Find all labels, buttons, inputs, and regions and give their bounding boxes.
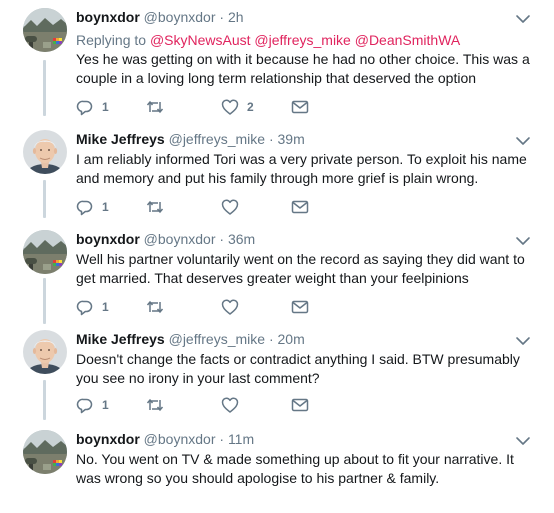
avatar[interactable] (23, 330, 67, 374)
tweet-text: Yes he was getting on with it because he… (76, 51, 530, 86)
retweet-icon (146, 198, 164, 216)
chevron-down-icon[interactable] (514, 334, 532, 348)
avatar[interactable] (23, 130, 67, 174)
replying-to-label: Replying to (76, 32, 147, 48)
envelope-icon (291, 396, 309, 414)
timestamp[interactable]: 36m (228, 231, 255, 247)
reply-icon (76, 198, 94, 216)
reply-button[interactable]: 1 (76, 298, 109, 316)
avatar[interactable] (23, 230, 67, 274)
tweet-text: I am reliably informed Tori was a very p… (76, 151, 527, 186)
avatar[interactable] (23, 430, 67, 474)
like-button[interactable] (221, 396, 247, 414)
like-button[interactable] (221, 198, 247, 216)
direct-message-button[interactable] (291, 98, 309, 116)
tweet-actions: 1 2 (76, 98, 326, 116)
timestamp[interactable]: 39m (278, 131, 305, 147)
reply-count: 1 (102, 398, 109, 412)
avatar[interactable] (23, 8, 67, 52)
direct-message-button[interactable] (291, 298, 309, 316)
direct-message-button[interactable] (291, 198, 309, 216)
author-handle[interactable]: @boynxdor (144, 431, 216, 447)
tweet-text: No. You went on TV & made something up a… (76, 451, 514, 486)
heart-icon (221, 98, 239, 116)
tweet-item[interactable]: boynxdor @boynxdor · 36m Well his partne… (0, 230, 554, 320)
mention-link[interactable]: @jeffreys_mike (254, 32, 350, 48)
like-button[interactable] (221, 298, 247, 316)
reply-icon (76, 396, 94, 414)
reply-button[interactable]: 1 (76, 396, 109, 414)
reply-count: 1 (102, 100, 109, 114)
timestamp[interactable]: 11m (228, 431, 254, 447)
retweet-icon (146, 98, 164, 116)
retweet-button[interactable] (146, 298, 172, 316)
tweet-actions: 1 (76, 298, 326, 316)
replying-to: Replying to @SkyNewsAust @jeffreys_mike … (76, 31, 536, 49)
envelope-icon (291, 198, 309, 216)
author-handle[interactable]: @jeffreys_mike (169, 331, 265, 347)
author-handle[interactable]: @boynxdor (144, 9, 216, 25)
author-name[interactable]: Mike Jeffreys (76, 331, 165, 347)
mention-link[interactable]: @SkyNewsAust (150, 32, 251, 48)
like-button[interactable]: 2 (221, 98, 254, 116)
retweet-button[interactable] (146, 98, 172, 116)
tweet-text: Doesn't change the facts or contradict a… (76, 351, 520, 386)
chevron-down-icon[interactable] (514, 12, 532, 26)
envelope-icon (291, 298, 309, 316)
reply-icon (76, 298, 94, 316)
retweet-button[interactable] (146, 396, 172, 414)
reply-icon (76, 98, 94, 116)
reply-count: 1 (102, 300, 109, 314)
mention-link[interactable]: @DeanSmithWA (355, 32, 461, 48)
chevron-down-icon[interactable] (514, 434, 532, 448)
tweet-item[interactable]: boynxdor @boynxdor · 11m No. You went on… (0, 430, 554, 510)
author-name[interactable]: boynxdor (76, 431, 140, 447)
author-name[interactable]: Mike Jeffreys (76, 131, 165, 147)
retweet-icon (146, 396, 164, 414)
tweet-header: boynxdor @boynxdor · 36m (76, 230, 255, 248)
tweet-item[interactable]: Mike Jeffreys @jeffreys_mike · 39m I am … (0, 130, 554, 220)
heart-icon (221, 198, 239, 216)
author-name[interactable]: boynxdor (76, 231, 140, 247)
tweet-header: boynxdor @boynxdor · 2h (76, 8, 244, 26)
like-count: 2 (247, 100, 254, 114)
chevron-down-icon[interactable] (514, 134, 532, 148)
separator: · (268, 331, 274, 347)
tweet-actions: 1 (76, 198, 326, 216)
timestamp[interactable]: 20m (278, 331, 305, 347)
author-handle[interactable]: @jeffreys_mike (169, 131, 265, 147)
tweet-text: Well his partner voluntarily went on the… (76, 251, 525, 286)
tweet-header: Mike Jeffreys @jeffreys_mike · 39m (76, 130, 305, 148)
direct-message-button[interactable] (291, 396, 309, 414)
author-name[interactable]: boynxdor (76, 9, 140, 25)
reply-button[interactable]: 1 (76, 98, 109, 116)
retweet-button[interactable] (146, 198, 172, 216)
heart-icon (221, 396, 239, 414)
reply-count: 1 (102, 200, 109, 214)
tweet-header: boynxdor @boynxdor · 11m (76, 430, 254, 448)
separator: · (219, 431, 225, 447)
separator: · (219, 231, 225, 247)
reply-button[interactable]: 1 (76, 198, 109, 216)
timestamp[interactable]: 2h (228, 9, 244, 25)
tweet-header: Mike Jeffreys @jeffreys_mike · 20m (76, 330, 305, 348)
separator: · (219, 9, 225, 25)
separator: · (268, 131, 274, 147)
chevron-down-icon[interactable] (514, 234, 532, 248)
envelope-icon (291, 98, 309, 116)
retweet-icon (146, 298, 164, 316)
tweet-item[interactable]: Mike Jeffreys @jeffreys_mike · 20m Doesn… (0, 330, 554, 424)
author-handle[interactable]: @boynxdor (144, 231, 216, 247)
tweet-actions: 1 (76, 396, 326, 414)
heart-icon (221, 298, 239, 316)
tweet-item[interactable]: boynxdor @boynxdor · 2h Replying to @Sky… (0, 8, 554, 120)
